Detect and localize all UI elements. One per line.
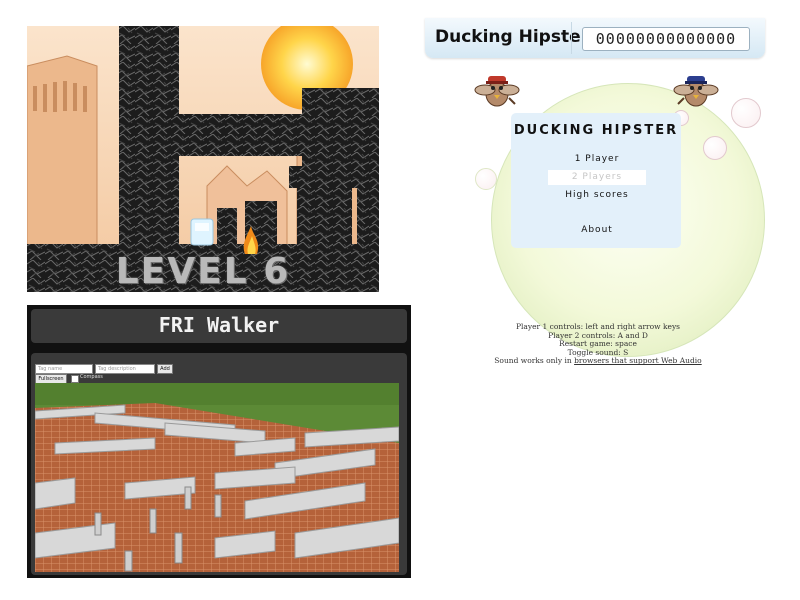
player1-duck-icon <box>474 76 520 107</box>
dh-main-menu: DUCKING HIPSTER 1 Player 2 Players High … <box>511 113 681 248</box>
dh-header-title: Ducking Hipster <box>435 27 589 47</box>
fri-title: FRI Walker <box>158 313 280 337</box>
menu-item-1-player[interactable]: 1 Player <box>548 152 646 167</box>
fri-walker-screenshot: FRI Walker Tag name Tag description Add … <box>27 305 411 578</box>
add-tag-button[interactable]: Add <box>157 364 173 374</box>
compass-checkbox[interactable] <box>71 375 79 383</box>
web-audio-link[interactable]: browsers that support Web Audio <box>574 356 702 366</box>
dh-small-bubble <box>475 168 497 190</box>
tag-description-input[interactable]: Tag description <box>95 364 155 374</box>
dh-instructions: Player 1 controls: left and right arrow … <box>448 322 748 366</box>
tag-name-input[interactable]: Tag name <box>35 364 93 374</box>
fri-body: Tag name Tag description Add Fullscreen … <box>31 353 407 575</box>
dh-score-display: 00000000000000 <box>582 27 750 51</box>
compass-label: Compass <box>80 374 103 380</box>
menu-item-about[interactable]: About <box>548 223 646 238</box>
dh-menu-title: DUCKING HIPSTER <box>513 123 679 138</box>
level-label: LEVEL 6 <box>115 251 291 292</box>
building-floorplan-3d <box>35 383 399 572</box>
dh-header: Ducking Hipster 00000000000000 <box>425 18 765 58</box>
dh-small-bubble <box>703 136 727 160</box>
menu-item-high-scores[interactable]: High scores <box>548 188 646 203</box>
sound-note: Sound works only in browsers that suppor… <box>448 357 748 366</box>
menu-item-2-players[interactable]: 2 Players <box>548 170 646 185</box>
dh-header-divider <box>571 22 572 54</box>
fri-header: FRI Walker <box>31 309 407 343</box>
player2-duck-icon <box>673 76 719 107</box>
sound-note-text: Sound works only in <box>494 356 575 366</box>
dh-small-bubble <box>731 98 761 128</box>
level-game-screenshot: LEVEL 6 <box>27 26 379 292</box>
3d-viewport[interactable] <box>35 383 399 572</box>
